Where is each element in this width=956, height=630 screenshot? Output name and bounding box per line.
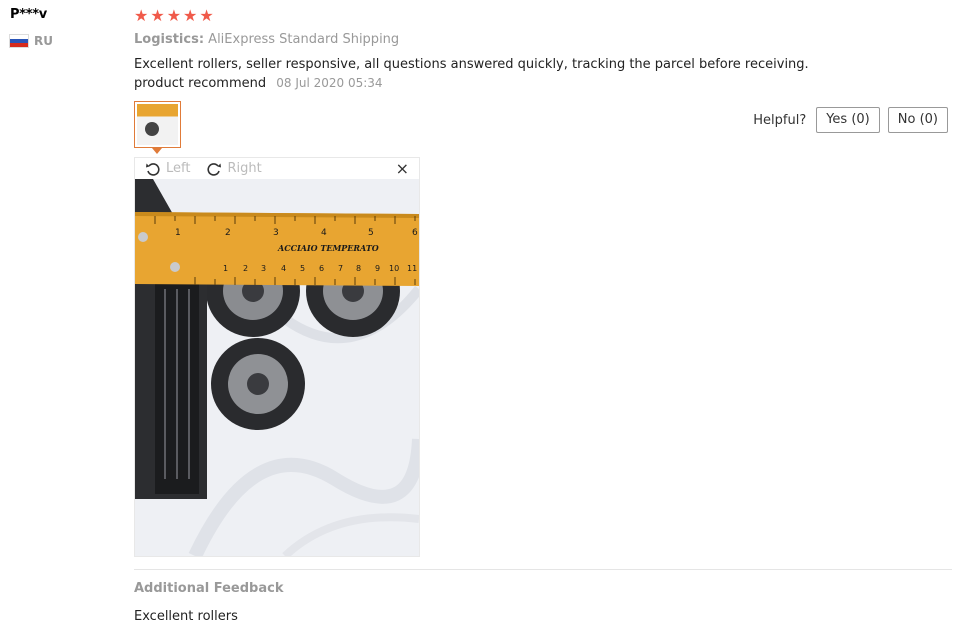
- star-icon: ★: [166, 6, 182, 25]
- ruler-top-number: 2: [225, 228, 231, 238]
- rotate-left-label: Left: [166, 161, 191, 176]
- ruler-bottom-number: 3: [261, 264, 266, 273]
- ruler-bottom-number: 1: [223, 264, 228, 273]
- additional-feedback-title: Additional Feedback: [134, 581, 284, 596]
- rotate-right-button[interactable]: Right: [206, 161, 262, 177]
- logistics-value: AliExpress Standard Shipping: [208, 32, 400, 47]
- helpful-no-button[interactable]: No (0): [887, 107, 948, 133]
- russia-flag-icon: [10, 35, 28, 47]
- ruler-top-number: 5: [368, 228, 374, 238]
- ruler-bottom-number: 2: [243, 264, 248, 273]
- star-rating: ★ ★ ★ ★ ★: [134, 8, 214, 24]
- additional-feedback-text: Excellent rollers: [134, 609, 238, 624]
- rotate-right-label: Right: [227, 161, 262, 176]
- rotate-right-icon: [207, 162, 222, 176]
- thumbnail-caret-icon: [152, 148, 162, 154]
- star-icon: ★: [183, 6, 198, 25]
- country-code: RU: [34, 34, 53, 48]
- helpful-label: Helpful?: [753, 112, 807, 128]
- close-viewer-icon[interactable]: ×: [396, 159, 409, 178]
- roller-3: [211, 338, 305, 430]
- star-icon: ★: [134, 6, 149, 25]
- review-date: 08 Jul 2020 05:34: [276, 76, 383, 90]
- ruler-bottom-number: 8: [356, 264, 361, 273]
- helpful-yes-button[interactable]: Yes (0): [816, 107, 880, 133]
- ruler-bottom-number: 6: [319, 264, 324, 273]
- reviewer-name: P***v: [10, 7, 47, 22]
- helpful-voting: Helpful? Yes (0) No (0): [753, 107, 948, 133]
- ruler-bottom-number: 9: [375, 264, 380, 273]
- ruler-top-number: 4: [321, 228, 327, 238]
- rotate-left-button[interactable]: Left: [145, 161, 190, 177]
- photo-viewer-toolbar: Left Right ×: [135, 158, 419, 179]
- ruler-top-number: 3: [273, 228, 279, 238]
- ruler-bottom-number: 10: [389, 264, 399, 273]
- logistics-label: Logistics:: [134, 32, 205, 47]
- reviewer-country: RU: [10, 34, 53, 48]
- review-photo: 1 2 3 4 5 6 ACCIAIO TEMPERATO 1 2 3 4 5 …: [135, 179, 419, 556]
- ruler-bottom-number: 11: [407, 264, 417, 273]
- star-icon: ★: [150, 6, 165, 25]
- review-body: Excellent rollers, seller responsive, al…: [134, 56, 834, 93]
- ruler-top-number: 6: [412, 228, 418, 238]
- ruler: 1 2 3 4 5 6 ACCIAIO TEMPERATO 1 2 3 4 5 …: [135, 212, 419, 286]
- star-icon: ★: [199, 6, 214, 25]
- section-divider: [134, 569, 952, 570]
- review-text: Excellent rollers, seller responsive, al…: [134, 57, 809, 91]
- thumbnail-image: [137, 104, 178, 145]
- photo-viewer: Left Right × 1 2 3 4 5 6 ACCIAIO TEMPERA…: [134, 157, 420, 557]
- ruler-bottom-number: 4: [281, 264, 286, 273]
- rotate-left-icon: [146, 162, 160, 176]
- ruler-brand-text: ACCIAIO TEMPERATO: [277, 243, 379, 253]
- logistics-info: Logistics: AliExpress Standard Shipping: [134, 32, 399, 47]
- ruler-bottom-number: 5: [300, 264, 305, 273]
- ruler-bottom-number: 7: [338, 264, 343, 273]
- photo-rollers-ruler: 1 2 3 4 5 6 ACCIAIO TEMPERATO 1 2 3 4 5 …: [135, 179, 419, 556]
- ruler-top-number: 1: [175, 228, 181, 238]
- review-photo-thumbnail[interactable]: [134, 101, 181, 148]
